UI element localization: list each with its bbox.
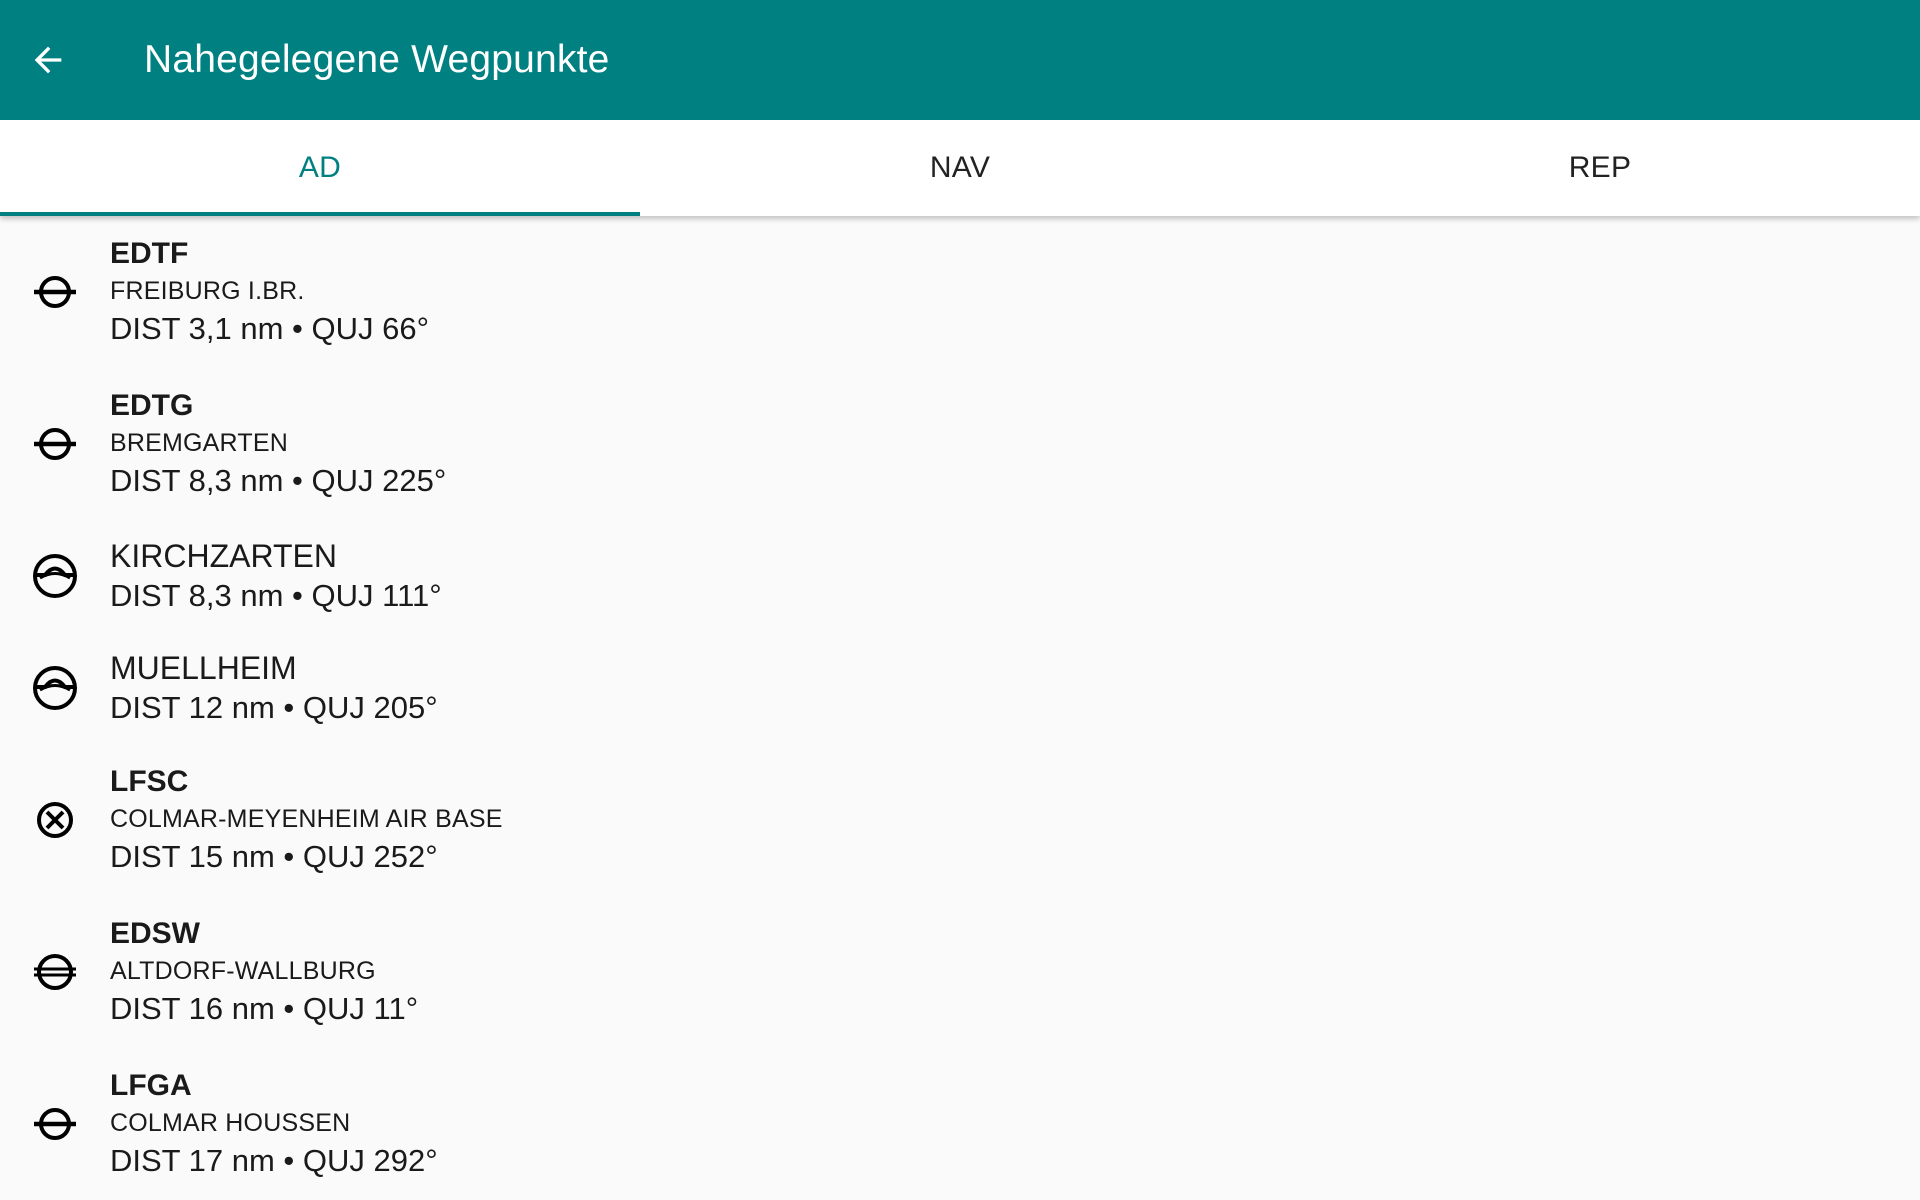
waypoint-name: COLMAR-MEYENHEIM AIR BASE bbox=[110, 805, 503, 833]
tab-indicator bbox=[0, 212, 640, 216]
tab-ad[interactable]: AD bbox=[0, 120, 640, 216]
glider-site-icon bbox=[33, 554, 77, 598]
app-bar: Nahegelegene Wegpunkte bbox=[0, 0, 1920, 120]
back-button[interactable] bbox=[0, 0, 96, 120]
civil-airfield-icon bbox=[34, 276, 76, 308]
page-title: Nahegelegene Wegpunkte bbox=[144, 38, 610, 81]
waypoint-distance: DIST 15 nm • QUJ 252° bbox=[110, 839, 438, 874]
military-airfield-icon bbox=[37, 802, 73, 838]
waypoint-list: EDTF FREIBURG I.BR. DIST 3,1 nm • QUJ 66… bbox=[0, 216, 1920, 1200]
glider-site-icon bbox=[33, 666, 77, 710]
waypoint-name: COLMAR HOUSSEN bbox=[110, 1109, 351, 1137]
small-airfield-icon bbox=[34, 954, 76, 990]
waypoint-distance: DIST 16 nm • QUJ 11° bbox=[110, 991, 419, 1026]
waypoint-code: EDTF bbox=[110, 237, 189, 270]
tab-nav[interactable]: NAV bbox=[640, 120, 1280, 216]
waypoint-name: ALTDORF-WALLBURG bbox=[110, 957, 376, 985]
waypoint-name: MUELLHEIM bbox=[110, 650, 297, 686]
waypoint-distance: DIST 12 nm • QUJ 205° bbox=[110, 690, 438, 725]
waypoint-row-kirchzarten[interactable]: KIRCHZARTEN DIST 8,3 nm • QUJ 111° bbox=[0, 520, 1920, 632]
waypoint-code: LFSC bbox=[110, 765, 189, 798]
waypoint-distance: DIST 8,3 nm • QUJ 111° bbox=[110, 578, 442, 613]
tab-rep-label: REP bbox=[1568, 151, 1632, 184]
waypoint-code: EDSW bbox=[110, 917, 200, 950]
civil-airfield-icon bbox=[34, 428, 76, 460]
waypoint-row-edtf[interactable]: EDTF FREIBURG I.BR. DIST 3,1 nm • QUJ 66… bbox=[0, 216, 1920, 368]
waypoint-name: FREIBURG I.BR. bbox=[110, 277, 305, 305]
tab-nav-label: NAV bbox=[929, 151, 991, 184]
tab-rep[interactable]: REP bbox=[1280, 120, 1920, 216]
waypoint-name: BREMGARTEN bbox=[110, 429, 288, 457]
waypoint-distance: DIST 8,3 nm • QUJ 225° bbox=[110, 463, 447, 498]
waypoint-code: EDTG bbox=[110, 389, 194, 422]
waypoint-name: KIRCHZARTEN bbox=[110, 538, 337, 574]
tab-bar: AD NAV REP bbox=[0, 120, 1920, 216]
civil-airfield-icon bbox=[34, 1108, 76, 1140]
waypoint-row-edtg[interactable]: EDTG BREMGARTEN DIST 8,3 nm • QUJ 225° bbox=[0, 368, 1920, 520]
tab-ad-label: AD bbox=[298, 151, 342, 184]
waypoint-distance: DIST 3,1 nm • QUJ 66° bbox=[110, 311, 430, 346]
waypoint-distance: DIST 17 nm • QUJ 292° bbox=[110, 1143, 438, 1178]
waypoint-row-edsw[interactable]: EDSW ALTDORF-WALLBURG DIST 16 nm • QUJ 1… bbox=[0, 896, 1920, 1048]
arrow-back-icon bbox=[34, 46, 62, 74]
waypoint-code: LFGA bbox=[110, 1069, 192, 1102]
waypoint-row-lfga[interactable]: LFGA COLMAR HOUSSEN DIST 17 nm • QUJ 292… bbox=[0, 1048, 1920, 1200]
app-window: Nahegelegene Wegpunkte AD NAV REP EDTF F… bbox=[0, 0, 1920, 1200]
waypoint-row-lfsc[interactable]: LFSC COLMAR-MEYENHEIM AIR BASE DIST 15 n… bbox=[0, 744, 1920, 896]
waypoint-row-muellheim[interactable]: MUELLHEIM DIST 12 nm • QUJ 205° bbox=[0, 632, 1920, 744]
